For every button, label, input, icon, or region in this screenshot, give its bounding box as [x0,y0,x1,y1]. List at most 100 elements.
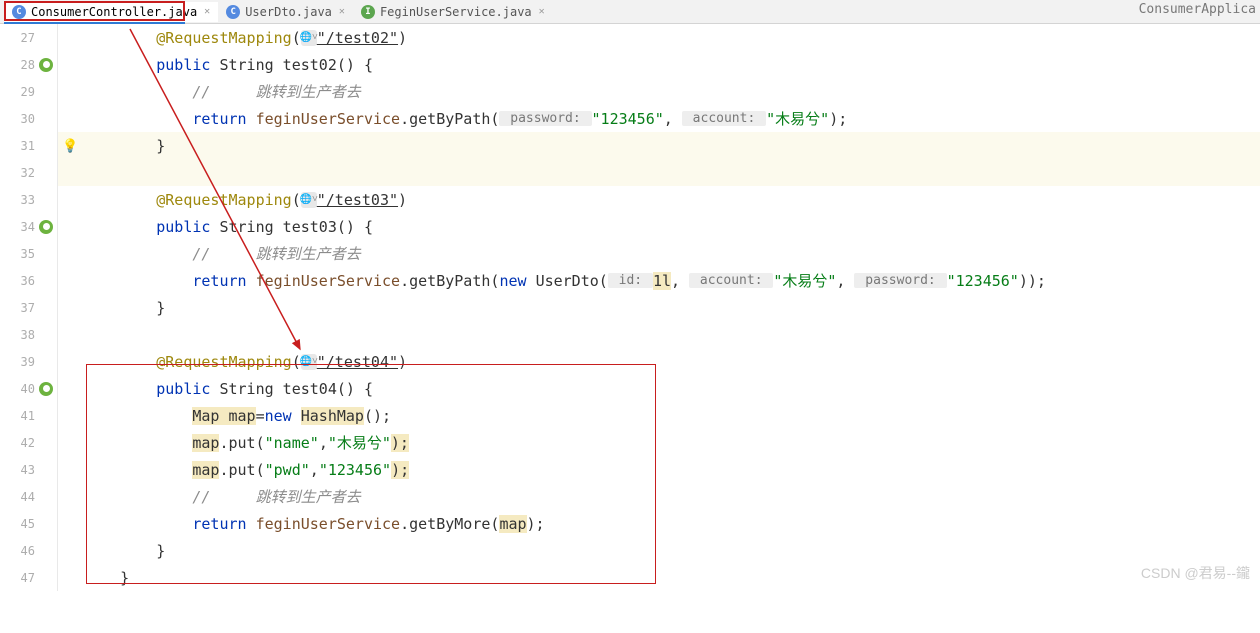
code-token: , [310,461,319,479]
code-token: UserDto( [536,272,608,290]
code-token: .getByMore( [400,515,499,533]
bulb-icon[interactable]: 💡 [62,139,76,153]
code-token: map [499,515,526,533]
line-number: 27 [21,31,35,45]
line-number: 47 [21,571,35,585]
gutter-line: 39 [0,348,57,375]
interface-icon: I [361,5,375,19]
code-line[interactable]: @RequestMapping(🌐˅"/test02") [58,24,1260,51]
gutter-line: 43 [0,456,57,483]
code-content[interactable]: @RequestMapping(🌐˅"/test02") public Stri… [58,24,1260,591]
gutter-line: 27 [0,24,57,51]
code-token: .getByPath( [400,272,499,290]
code-token: .getByPath( [400,110,499,128]
code-token: return [192,272,255,290]
code-token: ); [391,434,409,452]
code-line[interactable]: map.put("name","木易兮"); [58,429,1260,456]
inlay-hint: password: [854,273,946,288]
globe-icon[interactable]: 🌐˅ [301,30,317,46]
code-token: public [156,56,219,74]
code-token: @RequestMapping [156,29,291,47]
code-token: } [156,299,165,317]
code-token: "木易兮" [766,108,829,129]
code-line[interactable]: // 跳转到生产者去 [58,78,1260,105]
close-icon[interactable]: ✕ [539,6,545,17]
code-line[interactable]: @RequestMapping(🌐˅"/test03") [58,186,1260,213]
code-token: map [192,461,219,479]
editor-tab-bar: C ConsumerController.java ✕ C UserDto.ja… [0,0,1260,24]
line-number: 43 [21,463,35,477]
code-line[interactable]: return feginUserService.getByMore(map); [58,510,1260,537]
code-token: "/test04" [317,353,398,371]
code-token: ); [391,461,409,479]
code-line[interactable]: public String test02() { [58,51,1260,78]
code-editor[interactable]: 2728293031323334353637383940414243444546… [0,24,1260,591]
code-token: // 跳转到生产者去 [192,243,360,264]
line-number: 33 [21,193,35,207]
code-token: } [120,569,129,587]
code-token: (); [364,407,391,425]
gutter-line: 34 [0,213,57,240]
tab-consumer-controller[interactable]: C ConsumerController.java ✕ [4,2,218,22]
code-line[interactable]: Map map=new HashMap(); [58,402,1260,429]
gutter-line: 47 [0,564,57,591]
code-token: public [156,380,219,398]
close-icon[interactable]: ✕ [204,6,210,17]
line-number: 36 [21,274,35,288]
code-line[interactable]: 💡 } [58,132,1260,159]
code-token: return [192,515,255,533]
code-line[interactable]: // 跳转到生产者去 [58,240,1260,267]
tab-fegin-user-service[interactable]: I FeginUserService.java ✕ [353,2,553,22]
line-number: 45 [21,517,35,531]
code-line[interactable] [58,159,1260,186]
line-number: 30 [21,112,35,126]
line-number: 38 [21,328,35,342]
spring-icon[interactable] [39,220,53,234]
globe-icon[interactable]: 🌐˅ [301,354,317,370]
code-token: = [256,407,265,425]
code-token: .put( [219,434,264,452]
code-token: .put( [219,461,264,479]
inlay-hint: account: [689,273,773,288]
spring-icon[interactable] [39,382,53,396]
gutter-line: 41 [0,402,57,429]
code-token: String test03() { [219,218,373,236]
line-number: 41 [21,409,35,423]
code-token: ) [398,191,407,209]
code-token: String test02() { [219,56,373,74]
code-line[interactable]: map.put("pwd","123456"); [58,456,1260,483]
code-line[interactable]: } [58,564,1260,591]
code-line[interactable]: } [58,294,1260,321]
line-number: 39 [21,355,35,369]
code-line[interactable]: // 跳转到生产者去 [58,483,1260,510]
tab-label: UserDto.java [245,5,332,19]
inlay-hint: id: [608,273,653,288]
code-token: new [499,272,535,290]
code-line[interactable]: public String test03() { [58,213,1260,240]
spring-icon[interactable] [39,58,53,72]
class-icon: C [226,5,240,19]
globe-icon[interactable]: 🌐˅ [301,192,317,208]
line-number: 32 [21,166,35,180]
inlay-hint: account: [682,111,766,126]
tab-user-dto[interactable]: C UserDto.java ✕ [218,2,353,22]
code-line[interactable]: public String test04() { [58,375,1260,402]
code-token: } [156,137,165,155]
gutter-line: 38 [0,321,57,348]
code-line[interactable]: @RequestMapping(🌐˅"/test04") [58,348,1260,375]
code-line[interactable]: return feginUserService.getByPath( passw… [58,105,1260,132]
code-token: map [192,434,219,452]
code-token: // 跳转到生产者去 [192,81,360,102]
code-token: HashMap [301,407,364,425]
csdn-watermark: CSDN @君易--鑨 [1141,563,1250,583]
code-line[interactable] [58,321,1260,348]
code-token: "123456" [319,461,391,479]
code-line[interactable]: return feginUserService.getByPath(new Us… [58,267,1260,294]
code-line[interactable]: } [58,537,1260,564]
class-icon: C [12,5,26,19]
gutter-line: 32 [0,159,57,186]
close-icon[interactable]: ✕ [339,6,345,17]
line-number: 37 [21,301,35,315]
code-token: , [664,110,682,128]
code-token: String test04() { [219,380,373,398]
